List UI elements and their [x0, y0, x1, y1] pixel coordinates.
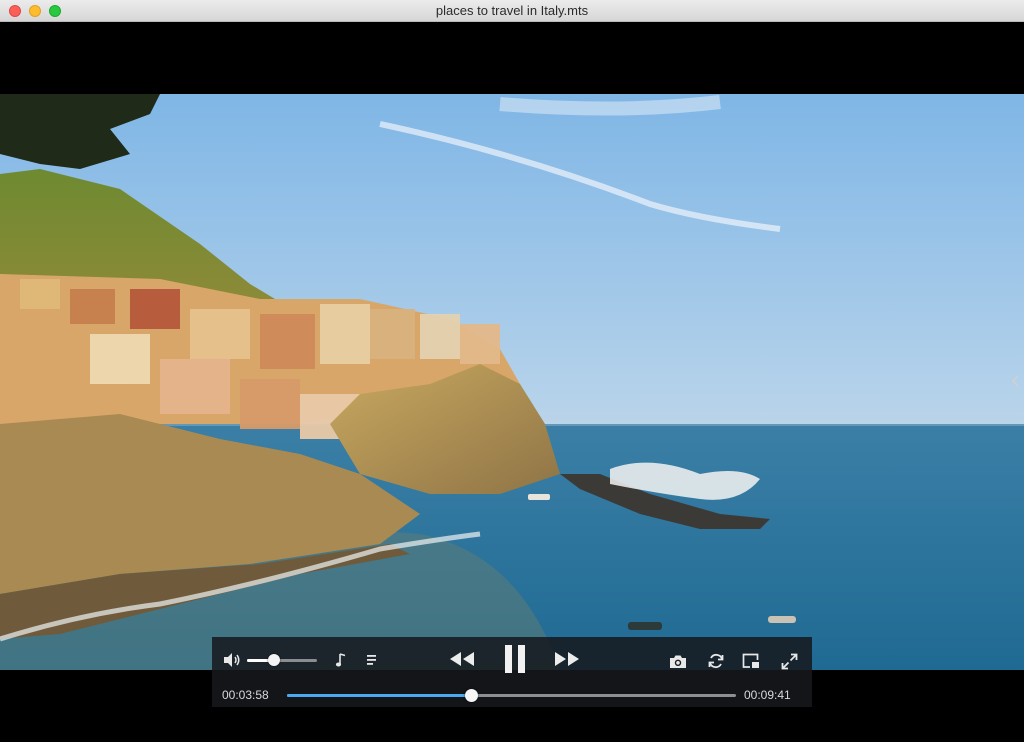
music-note-icon — [335, 653, 346, 667]
loop-icon — [708, 653, 724, 669]
video-frame[interactable] — [0, 94, 1024, 670]
playlist-button[interactable] — [363, 650, 381, 670]
pause-icon — [505, 645, 525, 673]
picture-in-picture-button[interactable] — [741, 651, 761, 671]
seek-bar-knob[interactable] — [465, 689, 479, 702]
volume-slider-knob[interactable] — [267, 654, 280, 666]
window-title: places to travel in Italy.mts — [435, 3, 589, 18]
camera-icon — [670, 655, 686, 668]
fast-forward-button[interactable] — [553, 648, 581, 670]
video-scene-image — [0, 94, 1024, 670]
audio-track-button[interactable] — [332, 650, 350, 670]
pause-button[interactable] — [501, 643, 529, 675]
fullscreen-button[interactable] — [779, 651, 799, 671]
loop-button[interactable] — [706, 651, 726, 671]
playlist-icon — [367, 655, 376, 665]
window-titlebar: places to travel in Italy.mts — [0, 0, 1024, 22]
fullscreen-icon — [781, 653, 797, 669]
seek-bar-progress — [287, 694, 472, 697]
picture-in-picture-icon — [742, 653, 759, 668]
volume-icon[interactable] — [222, 650, 242, 670]
snapshot-button[interactable] — [668, 651, 688, 671]
rewind-button[interactable] — [448, 648, 476, 670]
seek-bar[interactable] — [287, 689, 736, 702]
volume-slider[interactable] — [247, 654, 317, 666]
rewind-icon — [450, 652, 474, 666]
current-time-label: 00:03:58 — [222, 688, 269, 702]
side-panel-chevron-icon[interactable] — [1010, 374, 1022, 388]
total-time-label: 00:09:41 — [744, 688, 791, 702]
fast-forward-icon — [555, 652, 579, 666]
